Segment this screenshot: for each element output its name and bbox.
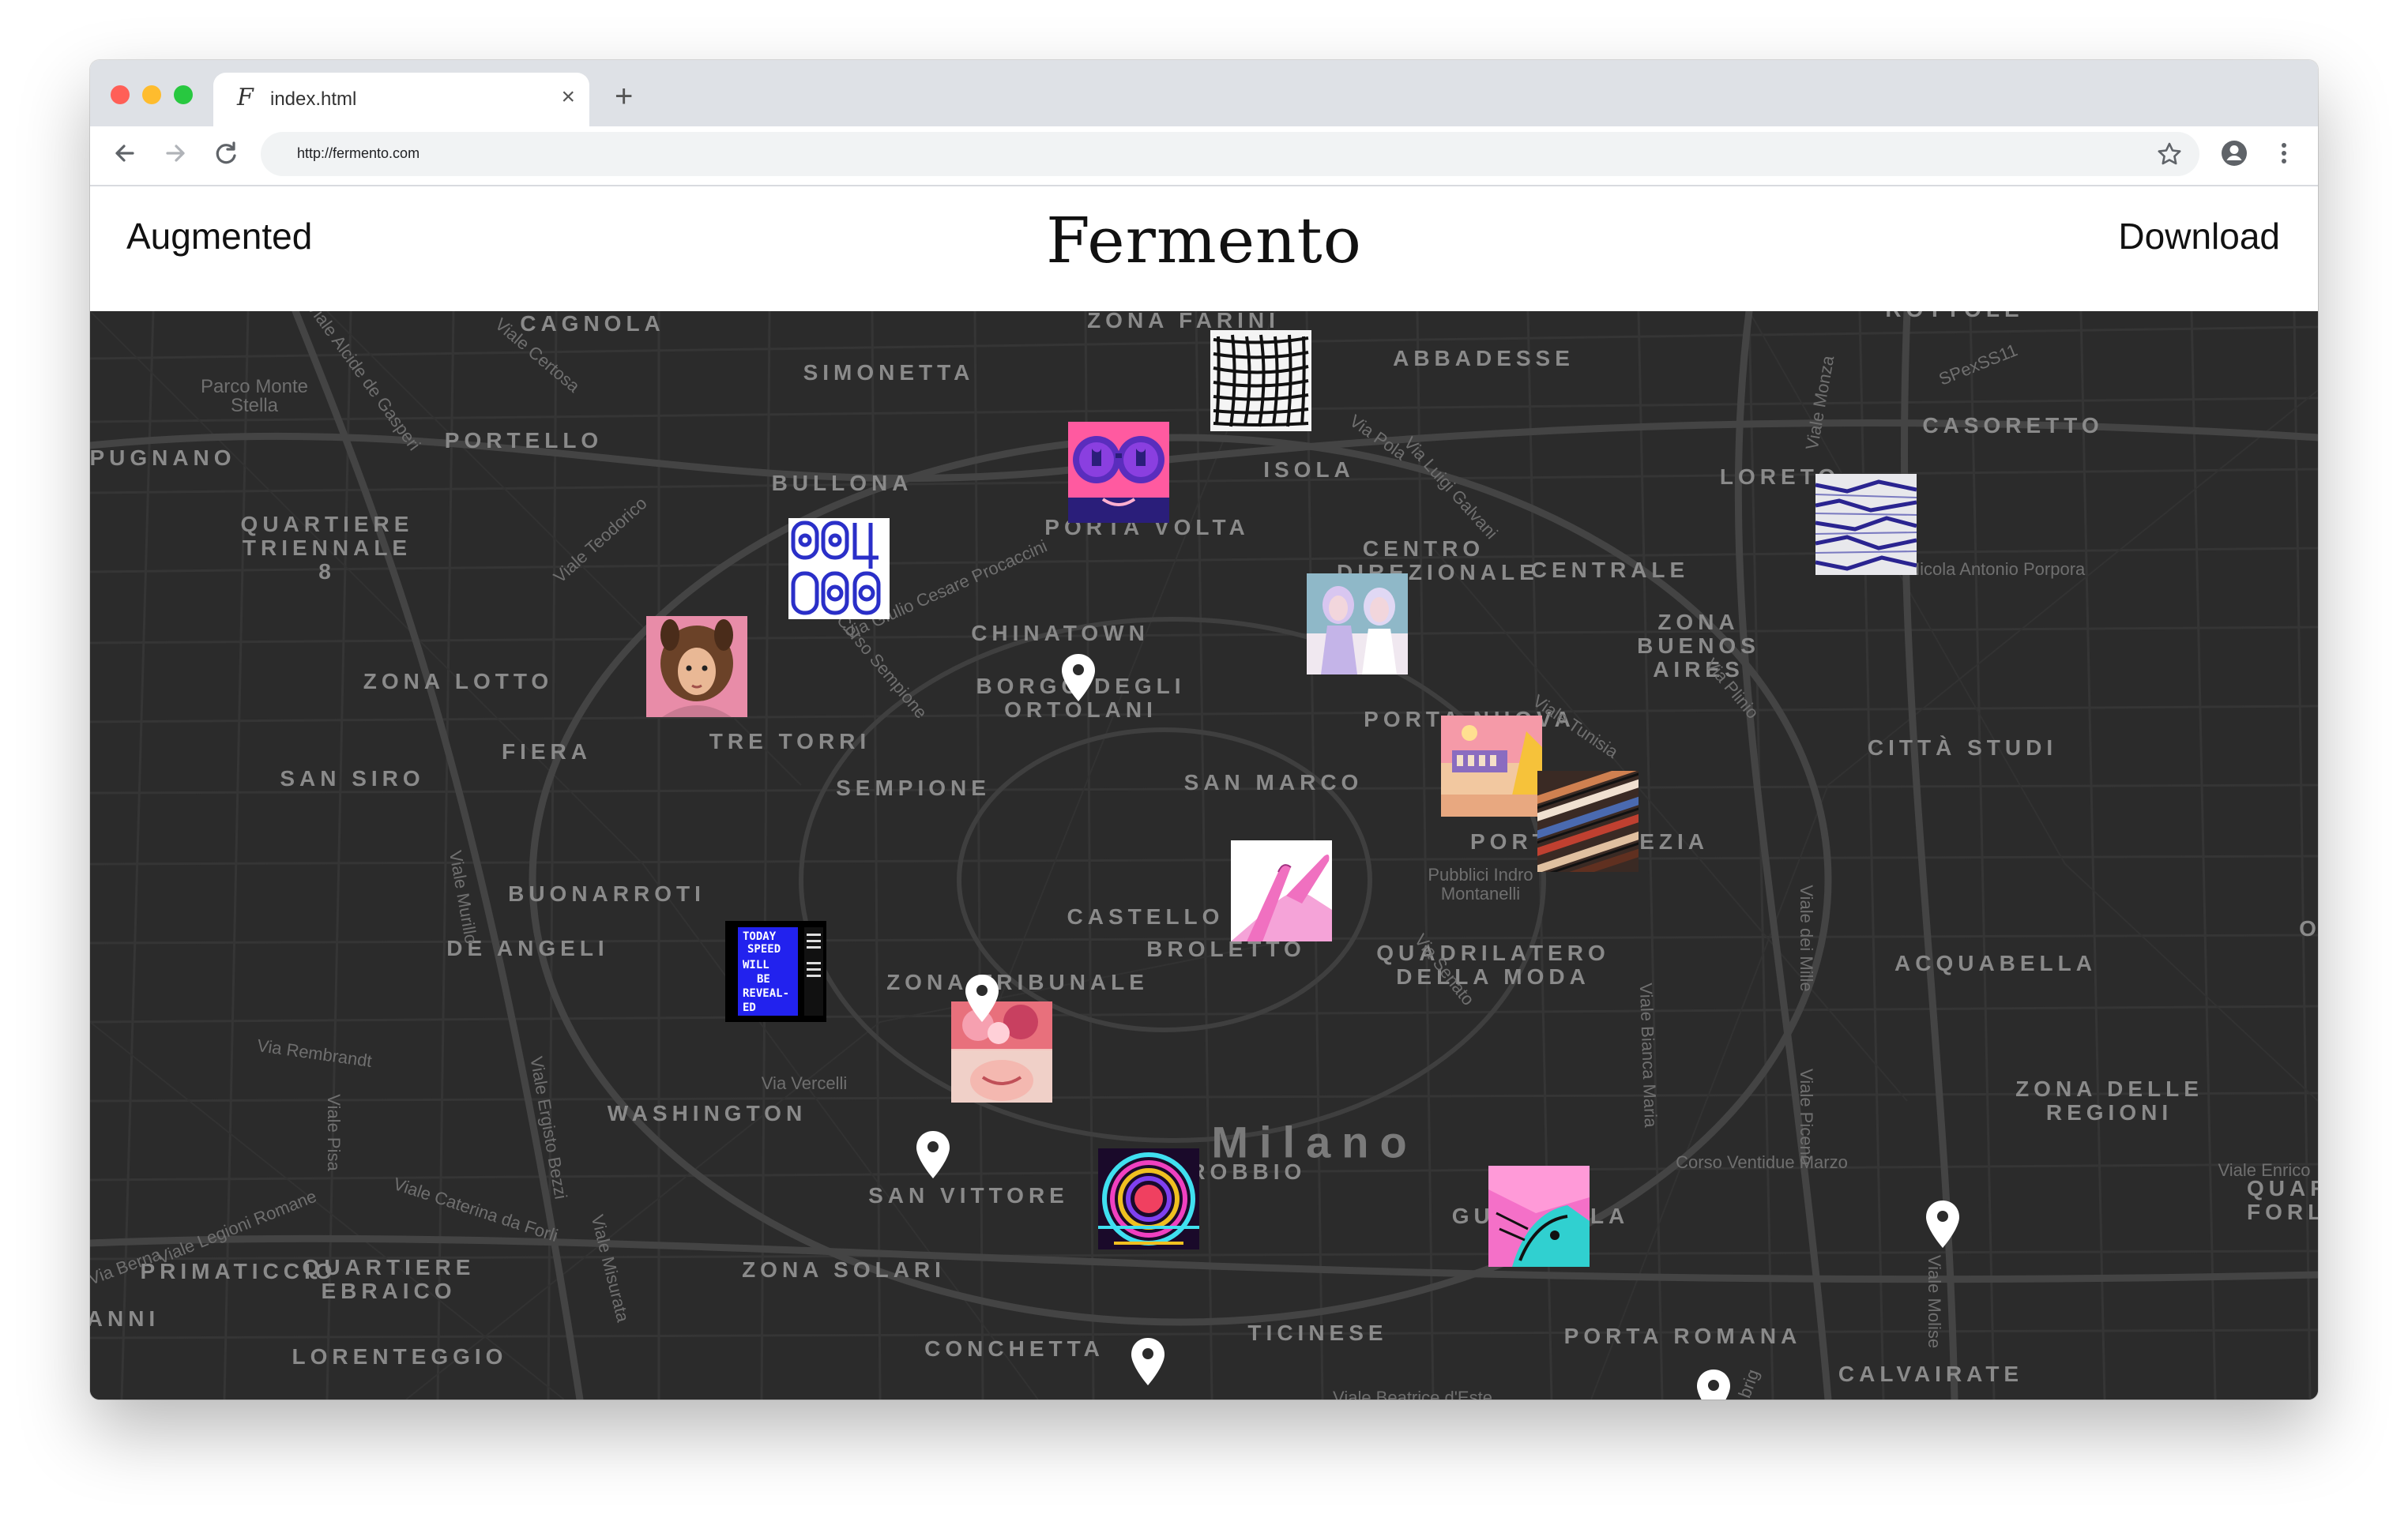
map-pin-icon[interactable] xyxy=(1925,1199,1961,1249)
artwork-tile-number-pattern[interactable] xyxy=(788,518,890,619)
map-pin-icon[interactable] xyxy=(1695,1368,1732,1400)
street-label: Viale Bianca Maria xyxy=(1635,983,1661,1128)
artwork-tile-city-sunset[interactable] xyxy=(1441,716,1542,817)
district-label: ANNI xyxy=(90,1306,160,1331)
street-label: Parco Monte Stella xyxy=(200,376,309,416)
district-label: ZONA SOLARI xyxy=(742,1257,946,1282)
district-label: TRE TORRI xyxy=(709,729,871,753)
reload-icon[interactable] xyxy=(205,133,246,174)
tab-title: index.html xyxy=(270,88,357,110)
site-header: Augmented Fermento Download xyxy=(90,186,2318,311)
district-label: BULLONA xyxy=(771,471,913,495)
map-road-network xyxy=(90,311,2318,1400)
street-label: Viale Piceno xyxy=(1797,1069,1816,1165)
browser-window: F index.html × + http://fermento.com Aug… xyxy=(90,60,2318,1400)
district-label: SAN SIRO xyxy=(280,766,425,791)
address-bar[interactable]: http://fermento.com xyxy=(261,132,2199,176)
district-label: SAN VITTORE xyxy=(868,1183,1069,1208)
url-text[interactable]: http://fermento.com xyxy=(297,145,420,162)
artwork-tile-pink-comic-face[interactable] xyxy=(1488,1166,1590,1267)
profile-avatar-icon[interactable] xyxy=(2217,136,2252,171)
district-label: ABBADESSE xyxy=(1393,346,1575,370)
street-label: Viale Pisa xyxy=(324,1094,344,1171)
artwork-tile-blue-scribble[interactable] xyxy=(1815,474,1917,575)
district-label: LORENTEGGIO xyxy=(292,1344,508,1369)
poster-text-line: TODAY xyxy=(743,930,777,943)
district-label: ZONA TRIBUNALE xyxy=(886,970,1149,994)
artwork-tile-twin-figures[interactable] xyxy=(1307,573,1408,674)
district-label: CAGNOLA xyxy=(520,311,665,336)
map-pin-icon[interactable] xyxy=(964,973,1000,1024)
map-pin-icon[interactable] xyxy=(915,1129,951,1180)
street-label: Viale Molise xyxy=(1925,1254,1944,1349)
district-label: WASHINGTON xyxy=(607,1101,807,1125)
poster-text-line: ED xyxy=(743,1001,756,1014)
artwork-tile-dog-hood-portrait[interactable] xyxy=(646,616,747,717)
street-label: Viale dei Mille xyxy=(1797,885,1816,992)
district-label: BUONARROTI xyxy=(508,881,705,906)
map-pin-icon[interactable] xyxy=(1060,652,1097,703)
district-label: ACQUABELLA xyxy=(1894,951,2097,975)
browser-toolbar: http://fermento.com xyxy=(90,126,2318,186)
district-label: CASTELLO xyxy=(1067,904,1225,929)
street-label: Corso Ventidue Marzo xyxy=(1676,1152,1848,1172)
district-label: CALVAIRATE xyxy=(1838,1362,2024,1386)
district-label: CITTÀ STUDI xyxy=(1867,735,2058,760)
poster-text-line: BE xyxy=(757,973,770,986)
poster-text-line: REVEAL- xyxy=(743,987,789,1000)
district-label: ZONA BUENOS AIRES xyxy=(1637,610,1760,682)
street-label: Pubblici Indro Montanelli xyxy=(1428,865,1533,904)
tab-close-icon[interactable]: × xyxy=(561,84,575,111)
artwork-tile-pink-legs[interactable] xyxy=(1231,840,1332,941)
district-label: PORTELLO xyxy=(444,428,604,453)
browser-tab[interactable]: F index.html × xyxy=(213,73,589,126)
district-label: CONCHETTA xyxy=(924,1336,1104,1361)
map-pin-icon[interactable] xyxy=(1130,1336,1166,1387)
district-label: FIERA xyxy=(502,739,592,764)
artwork-tile-neon-disco-ball[interactable] xyxy=(1098,1148,1199,1249)
district-label: PUGNANO xyxy=(90,445,236,470)
street-label: Viale Enrico xyxy=(2218,1160,2311,1180)
street-label: Via Vercelli xyxy=(761,1073,848,1093)
minimize-window-button[interactable] xyxy=(142,85,161,104)
maximize-window-button[interactable] xyxy=(174,85,193,104)
milan-map[interactable]: CAGNOLA ZONA FARINI SIMONETTA ABBADESSE … xyxy=(90,311,2318,1400)
city-label: Milano xyxy=(1211,1117,1418,1167)
new-tab-button[interactable]: + xyxy=(615,79,633,115)
artwork-tile-grid-warp[interactable] xyxy=(1210,330,1311,431)
district-label: CHINATOWN xyxy=(971,621,1149,645)
artwork-tile-today-speed-poster[interactable]: TODAY SPEED WILL BE REVEAL- ED xyxy=(725,921,826,1022)
district-label: CENTRALE xyxy=(1530,558,1690,582)
artwork-tile-purple-sunglasses[interactable] xyxy=(1068,422,1169,523)
district-label: ZONA LOTTO xyxy=(363,669,554,693)
district-label: O xyxy=(2299,916,2318,941)
bookmark-star-icon[interactable] xyxy=(2152,137,2187,171)
district-label: QUADRILATERO DELLA MODA xyxy=(1376,941,1610,989)
district-label: ZONA FARINI xyxy=(1087,311,1280,333)
download-link[interactable]: Download xyxy=(2118,215,2280,257)
district-label: CASORETTO xyxy=(1922,413,2104,438)
tab-strip: F index.html × + xyxy=(90,60,2318,126)
district-label: TICINESE xyxy=(1247,1321,1388,1345)
favicon-icon: F xyxy=(237,84,254,111)
district-label: PORTA ROMANA xyxy=(1563,1324,1802,1348)
street-label: Viale Beatrice d'Este xyxy=(1333,1388,1492,1400)
site-logo[interactable]: Fermento xyxy=(90,204,2318,277)
artwork-tile-striped-collage[interactable] xyxy=(1537,771,1639,872)
poster-text-line: WILL xyxy=(743,959,769,971)
district-label: SEMPIONE xyxy=(836,776,991,800)
browser-menu-icon[interactable] xyxy=(2272,136,2296,171)
district-label: QUAR FORL xyxy=(2247,1176,2318,1224)
district-label: ZONA DELLE REGIONI xyxy=(2015,1077,2203,1125)
forward-icon[interactable] xyxy=(155,133,196,174)
district-label: QUARTIERE TRIENNALE 8 xyxy=(240,512,414,584)
poster-text-line: SPEED xyxy=(747,943,781,956)
district-label: ISOLA xyxy=(1263,457,1355,482)
district-label: SAN MARCO xyxy=(1183,770,1364,795)
close-window-button[interactable] xyxy=(111,85,130,104)
back-icon[interactable] xyxy=(104,133,145,174)
district-label: ROTTOLE xyxy=(1885,311,2023,321)
district-label: SIMONETTA xyxy=(803,360,975,385)
